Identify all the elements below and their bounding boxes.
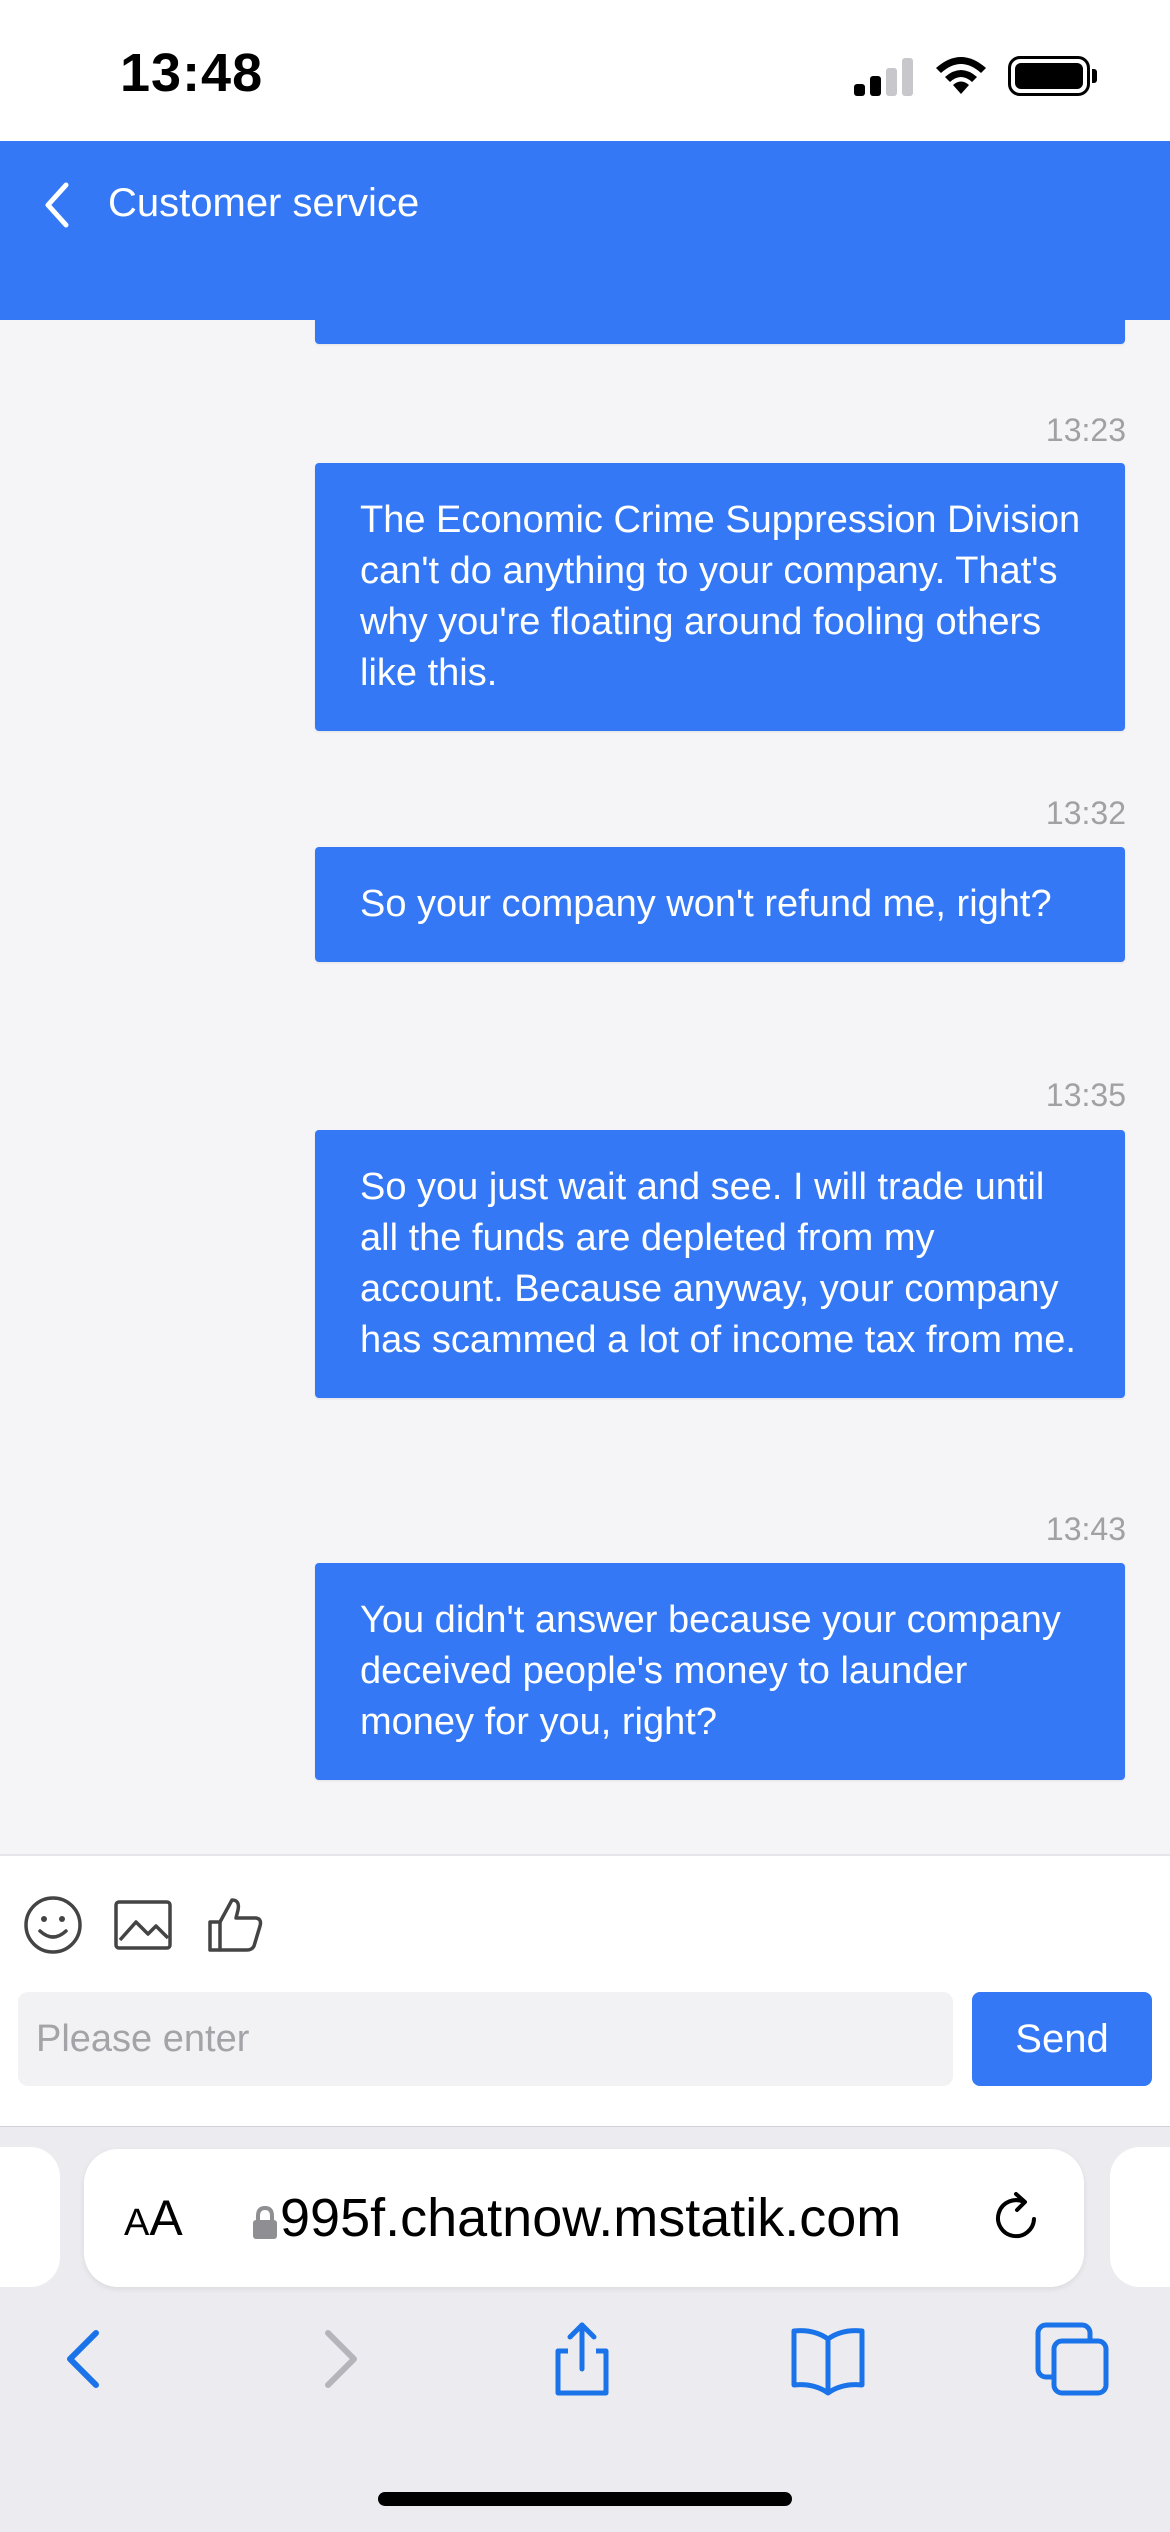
message-input[interactable] xyxy=(18,1992,953,2086)
forward-icon[interactable] xyxy=(296,2317,380,2401)
emoji-icon[interactable] xyxy=(22,1894,84,1956)
lock-icon xyxy=(253,2205,277,2239)
thumbs-up-icon[interactable] xyxy=(204,1894,266,1956)
message-timestamp: 13:32 xyxy=(1045,795,1126,831)
previous-tab-peek[interactable] xyxy=(0,2147,60,2287)
status-time: 13:48 xyxy=(120,43,264,103)
chat-header: Customer service xyxy=(0,141,1170,320)
message-bubble-partial xyxy=(315,320,1125,344)
message-timestamp: 13:43 xyxy=(1045,1511,1126,1547)
browser-toolbar: AA 995f.chatnow.mstatik.com xyxy=(0,2126,1170,2532)
back-icon[interactable] xyxy=(44,2317,128,2401)
message-timestamp: 13:23 xyxy=(1045,412,1126,448)
message-bubble: The Economic Crime Suppression Division … xyxy=(315,463,1125,731)
chat-message-list[interactable]: 13:23 The Economic Crime Suppression Div… xyxy=(0,320,1170,1854)
bookmarks-icon[interactable] xyxy=(786,2317,870,2401)
wifi-icon xyxy=(936,57,986,94)
message-bubble: So your company won't refund me, right? xyxy=(315,847,1125,962)
url-text: 995f.chatnow.mstatik.com xyxy=(280,2188,902,2248)
address-bar[interactable]: AA 995f.chatnow.mstatik.com xyxy=(84,2149,1084,2287)
message-bubble: You didn't answer because your company d… xyxy=(315,1563,1125,1780)
back-chevron-icon[interactable] xyxy=(34,175,84,235)
message-composer: Send xyxy=(0,1854,1170,2126)
tabs-icon[interactable] xyxy=(1030,2317,1114,2401)
next-tab-peek[interactable] xyxy=(1110,2147,1170,2287)
message-bubble: So you just wait and see. I will trade u… xyxy=(315,1130,1125,1398)
message-timestamp: 13:35 xyxy=(1045,1077,1126,1113)
battery-cap xyxy=(1092,69,1097,83)
text-size-button[interactable]: AA xyxy=(124,2189,183,2247)
battery-icon xyxy=(1008,56,1090,96)
reload-icon[interactable] xyxy=(988,2189,1048,2249)
cellular-signal-icon xyxy=(854,58,914,96)
share-icon[interactable] xyxy=(540,2317,624,2401)
page-title: Customer service xyxy=(108,181,420,225)
home-indicator[interactable] xyxy=(378,2492,792,2506)
image-icon[interactable] xyxy=(112,1894,174,1956)
status-bar: 13:48 xyxy=(0,0,1170,141)
send-button[interactable]: Send xyxy=(972,1992,1152,2086)
